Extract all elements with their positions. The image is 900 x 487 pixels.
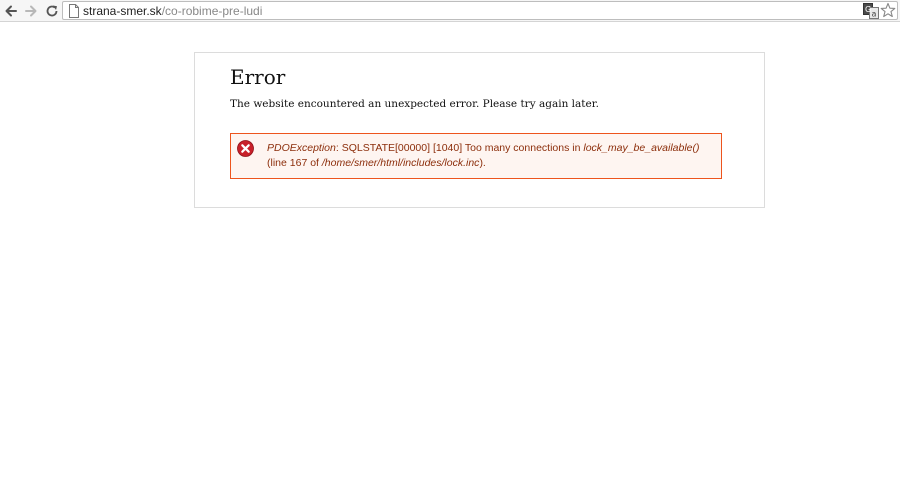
reload-button[interactable] <box>43 2 61 20</box>
url-text[interactable]: strana-smer.sk/co-robime-pre-ludi <box>83 3 262 19</box>
function-name: lock_may_be_available() <box>583 142 700 154</box>
url-host: strana-smer.sk <box>83 4 162 18</box>
reload-icon <box>46 5 58 17</box>
star-icon[interactable] <box>880 2 896 19</box>
svg-text:a: a <box>872 10 877 19</box>
page-icon <box>69 4 79 18</box>
svg-text:G: G <box>865 5 871 14</box>
forward-button[interactable] <box>22 2 40 20</box>
back-arrow-icon <box>5 5 17 17</box>
error-message-box: PDOException: SQLSTATE[00000] [1040] Too… <box>230 133 722 179</box>
forward-arrow-icon <box>25 5 37 17</box>
browser-toolbar: strana-smer.sk/co-robime-pre-ludi G a <box>0 0 900 22</box>
error-text-part-3: ). <box>479 157 486 169</box>
url-path: /co-robime-pre-ludi <box>161 4 263 18</box>
error-text-part-1: : SQLSTATE[00000] [1040] Too many connec… <box>335 142 584 154</box>
error-icon <box>237 140 254 157</box>
page-title: Error <box>230 65 286 89</box>
error-text-part-2: (line 167 of <box>267 157 322 169</box>
page-message: The website encountered an unexpected er… <box>230 98 599 110</box>
content-box: Error The website encountered an unexpec… <box>194 52 765 208</box>
exception-name: PDOException <box>267 142 336 154</box>
error-text: PDOException: SQLSTATE[00000] [1040] Too… <box>267 141 715 171</box>
translate-icon[interactable]: G a <box>863 3 879 19</box>
back-button[interactable] <box>2 2 20 20</box>
file-path: /home/smer/html/includes/lock.inc <box>321 157 480 169</box>
address-bar[interactable]: strana-smer.sk/co-robime-pre-ludi G a <box>62 1 898 20</box>
